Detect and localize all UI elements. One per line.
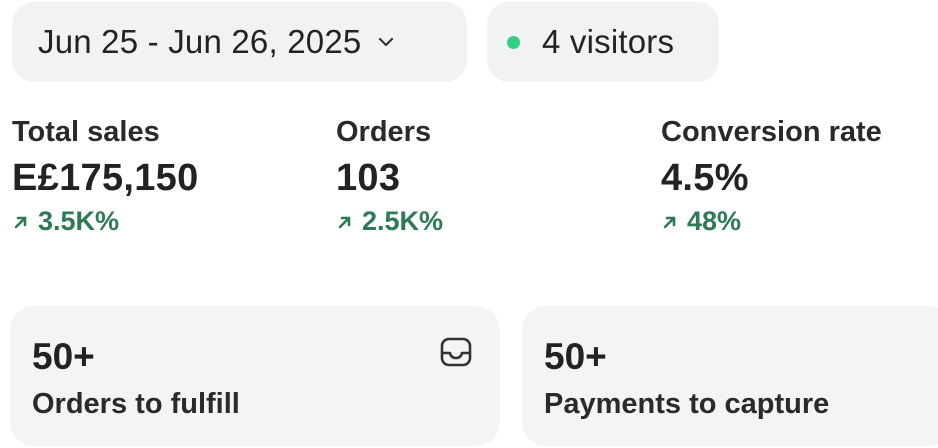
date-range-label: Jun 25 - Jun 26, 2025	[38, 23, 362, 60]
metric-change-value: 2.5K%	[362, 206, 444, 236]
metric-value: 103	[336, 157, 401, 199]
metric-change-value: 48%	[687, 206, 742, 236]
card-label: Orders to fulfill	[32, 388, 240, 420]
metric-label: Conversion rate	[661, 116, 882, 148]
card-count: 50+	[32, 336, 95, 377]
date-range-selector[interactable]: Jun 25 - Jun 26, 2025	[12, 2, 467, 82]
metric-orders[interactable]: Orders 103 2.5K%	[336, 116, 443, 237]
metric-change: 48%	[661, 206, 882, 237]
metric-change: 2.5K%	[336, 206, 443, 237]
metric-total-sales[interactable]: Total sales E£175,150 3.5K%	[12, 116, 199, 237]
metric-value: E£175,150	[12, 157, 199, 199]
inbox-icon	[440, 337, 472, 367]
orders-to-fulfill-card[interactable]: 50+ Orders to fulfill	[10, 306, 500, 446]
card-label: Payments to capture	[544, 388, 830, 420]
metric-change-value: 3.5K%	[38, 206, 120, 236]
metric-conversion-rate[interactable]: Conversion rate 4.5% 48%	[661, 116, 882, 237]
arrow-up-right-icon	[14, 216, 27, 228]
arrow-up-right-icon	[663, 216, 676, 228]
metric-label: Total sales	[12, 116, 160, 148]
visitors-label: 4 visitors	[542, 23, 675, 60]
analytics-overview: Jun 25 - Jun 26, 2025 4 visitors Total s…	[0, 0, 938, 448]
chevron-down-icon	[379, 37, 394, 47]
payments-to-capture-card[interactable]: 50+ Payments to capture	[522, 306, 938, 446]
card-count: 50+	[544, 336, 607, 377]
live-status-dot	[507, 35, 520, 49]
arrow-up-right-icon	[338, 216, 351, 228]
metric-change: 3.5K%	[12, 206, 199, 237]
live-visitors-button[interactable]: 4 visitors	[487, 2, 719, 82]
metric-label: Orders	[336, 116, 432, 148]
metric-value: 4.5%	[661, 157, 749, 199]
